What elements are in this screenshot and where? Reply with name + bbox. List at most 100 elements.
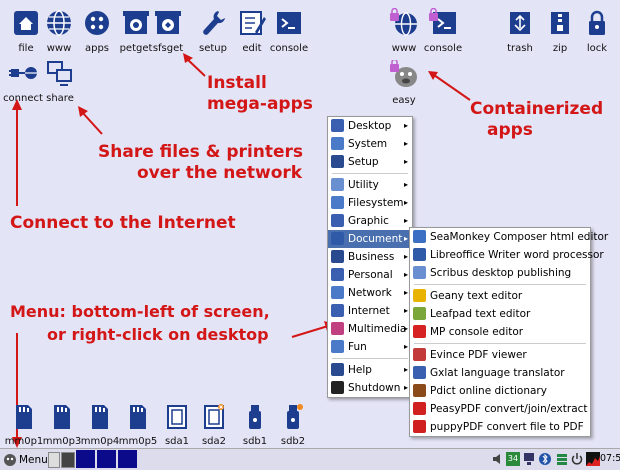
drive-label: mm0p3: [42, 436, 82, 447]
document-menu-item[interactable]: Evince PDF viewer: [410, 346, 590, 364]
drive-label: sda2: [201, 436, 227, 447]
arrow-connect: [12, 99, 22, 206]
desktop-icon-lock[interactable]: lock: [571, 8, 620, 54]
stack-status-icon[interactable]: [555, 452, 569, 466]
menu-item-label: Utility: [348, 179, 379, 191]
submenu-arrow-icon: ▸: [403, 365, 408, 374]
drive-sda2[interactable]: sda2: [194, 404, 234, 447]
menu-item-label: Business: [348, 251, 395, 263]
menu-help-icon: [331, 363, 344, 376]
drive-mm0p5[interactable]: mm0p5: [118, 404, 158, 447]
document-menu-item[interactable]: Pdict online dictionary: [410, 382, 590, 400]
drive-label: sda1: [164, 436, 190, 447]
menu-item-desktop[interactable]: Desktop ▸: [328, 117, 412, 135]
menu-button[interactable]: Menu: [3, 451, 48, 468]
drive-sda1[interactable]: sda1: [157, 404, 197, 447]
drive-label: mm0p1: [4, 436, 44, 447]
menu-network-icon: [331, 286, 344, 299]
arrow-install: [183, 53, 206, 77]
locked-globe-icon: [390, 7, 417, 36]
icon-label: console: [269, 43, 309, 54]
menu-desktop-icon: [331, 119, 344, 132]
document-menu-item[interactable]: Libreoffice Writer word processor: [410, 246, 604, 264]
menu-item-business[interactable]: Business ▸: [328, 248, 412, 266]
icon-label: console: [423, 43, 463, 54]
menu-item-shutdown[interactable]: Shutdown ▸: [328, 379, 412, 397]
submenu-arrow-icon: ▸: [403, 383, 408, 392]
sd-card-icon: [130, 405, 146, 429]
cpu-graph-icon[interactable]: [586, 452, 600, 466]
battery-indicator[interactable]: 34: [506, 452, 520, 466]
document-menu-item-label: Libreoffice Writer word processor: [430, 249, 604, 261]
drive-label: mm0p4: [80, 436, 120, 447]
submenu-arrow-icon: ▸: [403, 324, 408, 333]
document-menu-item-label: Geany text editor: [430, 290, 523, 302]
drive-mm0p3[interactable]: mm0p3: [42, 404, 82, 447]
document-menu-item[interactable]: Scribus desktop publishing: [410, 264, 590, 282]
document-menu-item[interactable]: SeaMonkey Composer html editor: [410, 228, 608, 246]
submenu-arrow-icon: ▸: [403, 288, 408, 297]
menu-item-personal[interactable]: Personal ▸: [328, 266, 412, 284]
sd-card-icon: [54, 405, 70, 429]
container-icon-console[interactable]: console: [417, 7, 469, 54]
menu-item-help[interactable]: Help ▸: [328, 361, 412, 379]
workspace-1[interactable]: [76, 450, 95, 468]
usb-drive-icon: [287, 404, 303, 429]
menu-item-utility[interactable]: Utility ▸: [328, 176, 412, 194]
document-menu-item[interactable]: PeasyPDF convert/join/extract: [410, 400, 590, 418]
document-menu-item-label: Evince PDF viewer: [430, 349, 527, 361]
wrench-icon: [203, 11, 225, 35]
workspace-2[interactable]: [97, 450, 116, 468]
document-menu-item[interactable]: Geany text editor: [410, 287, 590, 305]
workspace-3[interactable]: [118, 450, 137, 468]
container-icon-easy[interactable]: easy: [378, 58, 430, 106]
menu-label: Menu: [19, 453, 48, 466]
quick-launch-files-icon[interactable]: [48, 452, 60, 468]
menu-item-label: Multimedia: [348, 323, 407, 335]
drive-mm0p4[interactable]: mm0p4: [80, 404, 120, 447]
menu-item-label: Desktop: [348, 120, 392, 132]
document-menu-item[interactable]: Gxlat language translator: [410, 364, 590, 382]
usb-drive-icon: [249, 405, 261, 429]
drive-mm0p1[interactable]: mm0p1: [4, 404, 44, 447]
menu-item-network[interactable]: Network ▸: [328, 284, 412, 302]
menu-separator: [332, 173, 408, 174]
menu-item-label: Network: [348, 287, 392, 299]
annotation-connect: Connect to the Internet: [10, 213, 236, 233]
bluetooth-icon[interactable]: [538, 452, 552, 466]
menu-item-graphic[interactable]: Graphic ▸: [328, 212, 412, 230]
menu-item-internet[interactable]: Internet ▸: [328, 302, 412, 320]
document-submenu: SeaMonkey Composer html editor Libreoffic…: [409, 227, 608, 437]
volume-icon[interactable]: [492, 453, 504, 465]
drive-sdb2[interactable]: sdb2: [273, 404, 313, 447]
menu-item-multimedia[interactable]: Multimedia ▸: [328, 320, 412, 338]
app-icon: [413, 248, 426, 261]
drive-label: sdb1: [242, 436, 268, 447]
document-menu-item[interactable]: MP console editor: [410, 323, 590, 341]
locked-terminal-icon: [429, 7, 456, 34]
document-menu-item[interactable]: Leafpad text editor: [410, 305, 590, 323]
submenu-arrow-icon: ▸: [403, 270, 408, 279]
menu-item-system[interactable]: System ▸: [328, 135, 412, 153]
menu-document-icon: [331, 232, 344, 245]
annotation-containerized-line2: apps: [487, 120, 533, 140]
drive-sdb1[interactable]: sdb1: [235, 404, 275, 447]
menu-graphic-icon: [331, 214, 344, 227]
desktop-icon-share[interactable]: share: [34, 58, 86, 104]
power-icon[interactable]: [571, 452, 583, 466]
menu-item-document[interactable]: Document ▸: [328, 230, 412, 248]
quick-launch-terminal-icon[interactable]: [61, 452, 75, 468]
drive-label: sdb2: [280, 436, 306, 447]
desktop-icon-console[interactable]: console: [263, 8, 315, 54]
menu-item-filesystem[interactable]: Filesystem ▸: [328, 194, 412, 212]
menu-item-fun[interactable]: Fun ▸: [328, 338, 412, 356]
menu-utility-icon: [331, 178, 344, 191]
network-status-icon[interactable]: [523, 452, 535, 466]
menu-item-label: Graphic: [348, 215, 389, 227]
document-menu-item[interactable]: puppyPDF convert file to PDF: [410, 418, 590, 436]
submenu-arrow-icon: ▸: [403, 157, 408, 166]
menu-item-label: Internet: [348, 305, 390, 317]
document-menu-item-label: SeaMonkey Composer html editor: [430, 231, 609, 243]
menu-item-setup[interactable]: Setup ▸: [328, 153, 412, 171]
document-menu-item-label: Leafpad text editor: [430, 308, 531, 320]
